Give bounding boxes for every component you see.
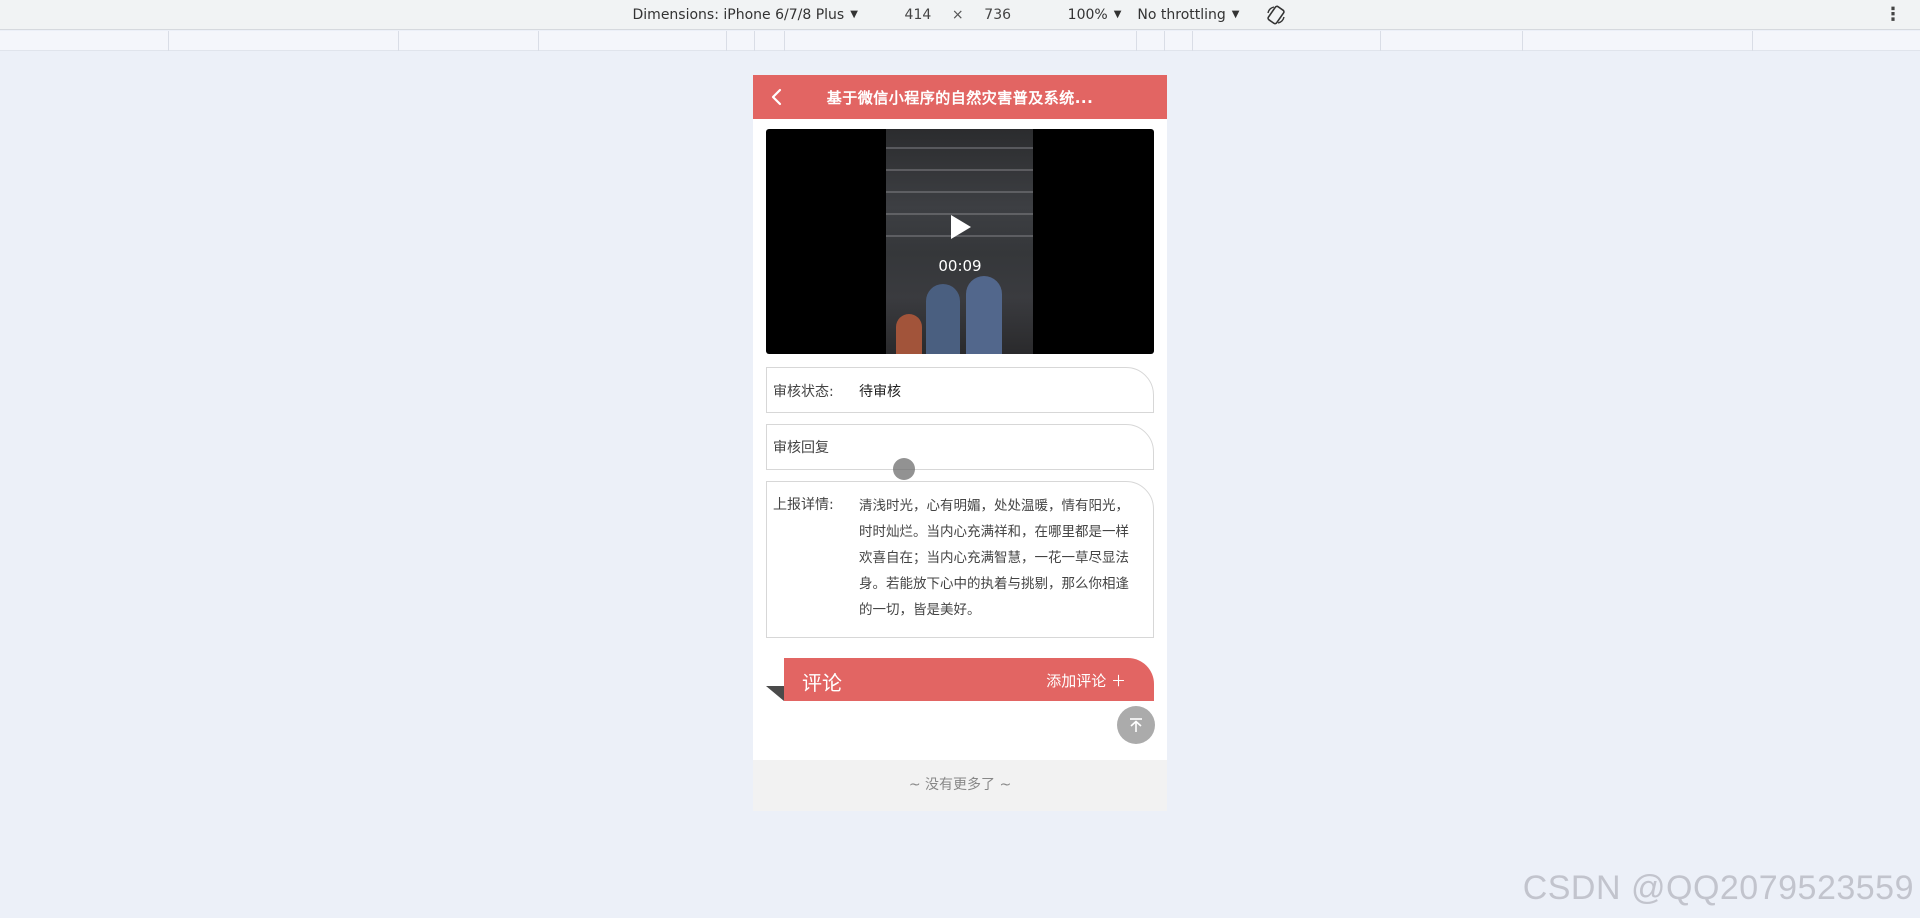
throttling-label: No throttling (1137, 6, 1226, 23)
zoom-select[interactable]: 100% ▼ (1068, 7, 1122, 23)
chevron-down-icon: ▼ (1113, 9, 1122, 20)
video-player[interactable]: 00:09 (766, 129, 1154, 354)
detail-card: 上报详情: 清浅时光，心有明媚，处处温暖，情有阳光，时时灿烂。当内心充满祥和，在… (766, 481, 1154, 638)
times-symbol: × (951, 6, 964, 23)
reply-label: 审核回复 (773, 440, 829, 456)
media-query-ruler (0, 31, 1920, 51)
zoom-label: 100% (1067, 6, 1108, 23)
nav-bar: 基于微信小程序的自然灾害普及系统... (753, 75, 1167, 119)
phone-viewport: 基于微信小程序的自然灾害普及系统... 00:09 审核状态: 待审核 审核回复… (753, 75, 1167, 811)
chevron-left-icon[interactable] (765, 85, 789, 109)
kebab-icon[interactable]: ⋮ (1884, 4, 1902, 25)
height-input[interactable]: 736 (968, 7, 1028, 23)
status-label: 审核状态: (773, 384, 834, 400)
width-input[interactable]: 414 (888, 7, 948, 23)
reply-card: 审核回复 (766, 424, 1154, 470)
add-comment-button[interactable]: 添加评论 ＋ (1046, 670, 1126, 691)
status-value: 待审核 (859, 384, 901, 400)
status-card: 审核状态: 待审核 (766, 367, 1154, 413)
chevron-down-icon: ▼ (850, 9, 858, 20)
page-title: 基于微信小程序的自然灾害普及系统... (826, 88, 1094, 107)
arrow-to-top-icon[interactable] (1117, 706, 1155, 744)
device-label: Dimensions: iPhone 6/7/8 Plus (632, 6, 845, 23)
devtools-device-toolbar: Dimensions: iPhone 6/7/8 Plus ▼ 414 × 73… (0, 0, 1920, 30)
comment-title: 评论 (802, 671, 842, 695)
video-duration: 00:09 (938, 257, 982, 275)
comment-header: 评论 添加评论 ＋ (784, 658, 1154, 701)
touch-cursor (893, 458, 915, 480)
throttling-select[interactable]: No throttling ▼ (1137, 7, 1239, 23)
device-select[interactable]: Dimensions: iPhone 6/7/8 Plus ▼ (633, 7, 858, 23)
rotate-icon[interactable] (1265, 4, 1287, 26)
detail-label: 上报详情: (773, 497, 834, 513)
watermark: CSDN @QQ2079523559 (1522, 869, 1914, 907)
comment-ribbon-fold (766, 686, 784, 701)
play-icon[interactable] (951, 215, 971, 239)
no-more-footer: ~ 没有更多了 ~ (753, 760, 1167, 811)
chevron-down-icon: ▼ (1231, 9, 1240, 20)
detail-text: 清浅时光，心有明媚，处处温暖，情有阳光，时时灿烂。当内心充满祥和，在哪里都是一样… (859, 498, 1129, 618)
video-frame (886, 129, 1033, 354)
